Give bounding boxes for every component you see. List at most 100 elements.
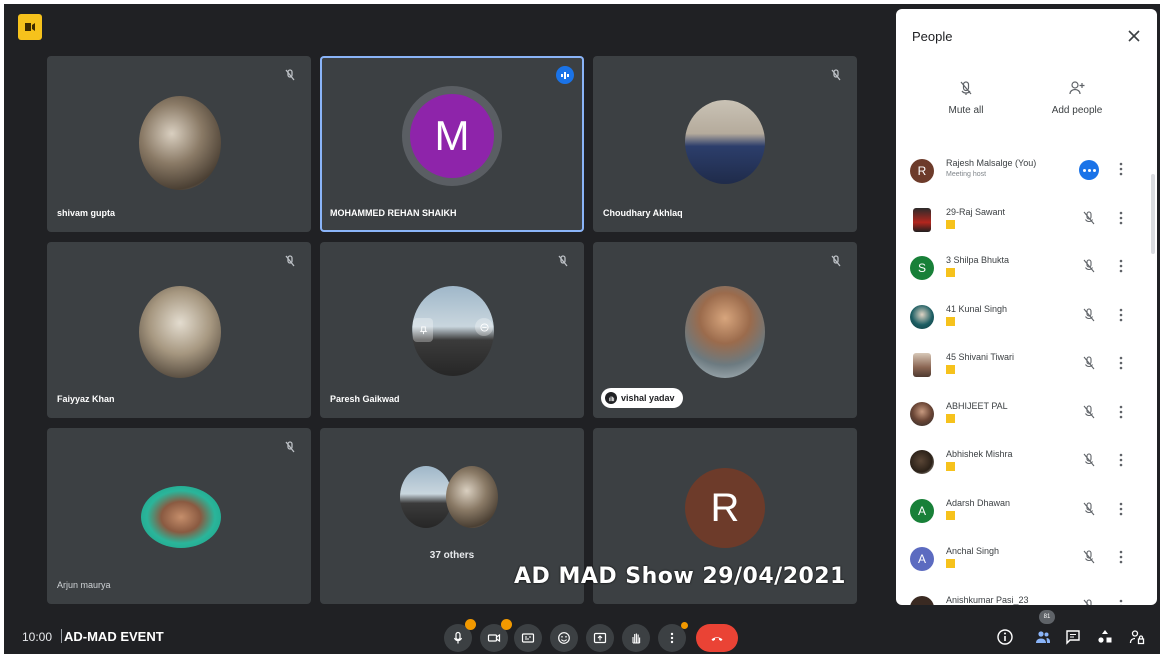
captions-button[interactable] <box>514 624 542 652</box>
remove-icon[interactable] <box>475 318 493 336</box>
participant-name: Paresh Gaikwad <box>330 394 400 404</box>
mic-off-icon[interactable] <box>1081 307 1097 323</box>
more-options-icon[interactable] <box>1118 549 1124 565</box>
participant-tile[interactable]: Paresh Gaikwad <box>320 242 584 418</box>
participant-tile[interactable]: Faiyyaz Khan <box>47 242 311 418</box>
list-item[interactable]: 29-Raj Sawant <box>896 198 1157 247</box>
list-item[interactable]: A Adarsh Dhawan <box>896 489 1157 538</box>
present-screen-icon <box>593 632 607 644</box>
emoji-button[interactable] <box>550 624 578 652</box>
mic-off-icon[interactable] <box>1081 501 1097 517</box>
warning-badge-icon <box>465 619 476 630</box>
more-options-icon[interactable] <box>1118 210 1124 226</box>
info-icon <box>997 629 1013 645</box>
meeting-time: 10:00 <box>22 630 53 644</box>
avatar: A <box>910 498 934 523</box>
participant-role: Meeting host <box>946 171 987 178</box>
meeting-details-button[interactable] <box>996 628 1014 646</box>
participant-list: R Rajesh Malsalge (You) Meeting host 29-… <box>896 149 1157 605</box>
mic-off-icon <box>829 68 843 82</box>
more-icon[interactable] <box>1079 160 1099 180</box>
list-item[interactable]: R Rajesh Malsalge (You) Meeting host <box>896 149 1157 198</box>
avatar-letter: R <box>710 485 740 530</box>
raise-hand-button[interactable] <box>622 624 650 652</box>
leave-call-button[interactable] <box>696 624 738 652</box>
camera-icon <box>487 633 501 643</box>
panel-title: People <box>912 29 953 44</box>
avatar-letter: A <box>917 552 926 566</box>
mic-off-icon[interactable] <box>1081 404 1097 420</box>
more-options-icon[interactable] <box>1118 404 1124 420</box>
more-options-icon[interactable] <box>1118 307 1124 323</box>
add-person-icon <box>1069 81 1085 95</box>
chat-button[interactable] <box>1064 628 1082 646</box>
others-count: 37 others <box>429 550 475 561</box>
list-item[interactable]: 41 Kunal Singh <box>896 295 1157 344</box>
avatar-letter: M <box>434 112 470 159</box>
mic-off-icon[interactable] <box>1081 210 1097 226</box>
hand-badge-icon <box>946 316 955 326</box>
present-button[interactable] <box>586 624 614 652</box>
more-options-icon[interactable] <box>1118 452 1124 468</box>
avatar <box>913 353 931 377</box>
mic-icon <box>453 631 463 644</box>
avatar <box>910 304 934 329</box>
activities-icon <box>1098 630 1112 643</box>
participant-name: Arjun maurya <box>57 580 111 590</box>
participant-tile[interactable]: shivam gupta <box>47 56 311 232</box>
add-people-button[interactable]: Add people <box>1037 79 1117 116</box>
participant-tile[interactable]: Arjun maurya <box>47 428 311 604</box>
hand-icon <box>632 633 641 644</box>
microphone-button[interactable] <box>444 619 476 652</box>
event-watermark: AD MAD Show 29/04/2021 <box>514 564 846 589</box>
hand-badge-icon <box>946 413 955 423</box>
participant-name: ABHIJEET PAL <box>946 400 1008 411</box>
participant-tile[interactable]: Choudhary Akhlaq <box>593 56 857 232</box>
more-options-icon[interactable] <box>1118 598 1124 606</box>
people-button[interactable] <box>1034 628 1052 646</box>
activities-button[interactable] <box>1096 628 1114 646</box>
mute-all-button[interactable]: Mute all <box>926 79 1006 116</box>
avatar-letter: R <box>917 164 927 178</box>
hand-raised-icon <box>605 392 617 404</box>
chat-icon <box>1066 630 1080 645</box>
participant-name: Faiyyaz Khan <box>57 394 115 404</box>
list-item[interactable]: A Anchal Singh <box>896 537 1157 586</box>
avatar: R <box>910 159 934 183</box>
participant-name: 45 Shivani Tiwari <box>946 352 1015 362</box>
more-options-icon[interactable] <box>1118 161 1124 177</box>
close-icon[interactable] <box>1125 27 1143 45</box>
more-options-icon[interactable] <box>1118 501 1124 517</box>
avatar <box>139 96 221 190</box>
participant-tile[interactable]: vishal yadav <box>593 242 857 418</box>
avatar <box>685 100 765 184</box>
mic-off-icon[interactable] <box>1081 355 1097 371</box>
avatar: R <box>685 468 765 548</box>
list-item[interactable]: Anishkumar Pasi_23 <box>896 586 1157 606</box>
mic-off-icon[interactable] <box>1081 598 1097 606</box>
more-options-icon[interactable] <box>1118 355 1124 371</box>
list-item[interactable]: 45 Shivani Tiwari <box>896 343 1157 392</box>
participant-name: 3 Shilpa Bhukta <box>946 255 1010 265</box>
camera-button[interactable] <box>480 619 512 652</box>
avatar <box>910 401 934 426</box>
avatar <box>913 207 931 232</box>
mic-off-icon[interactable] <box>1081 549 1097 565</box>
participant-name: 41 Kunal Singh <box>946 303 1008 314</box>
more-options-icon[interactable] <box>1118 258 1124 274</box>
pin-icon[interactable] <box>413 318 433 342</box>
avatar <box>400 466 452 528</box>
warning-badge-icon <box>681 622 688 629</box>
host-controls-button[interactable] <box>1128 628 1146 646</box>
list-item[interactable]: Abhishek Mishra <box>896 440 1157 489</box>
list-item[interactable]: S 3 Shilpa Bhukta <box>896 246 1157 295</box>
more-options-button[interactable] <box>658 622 688 652</box>
participant-tile-speaking[interactable]: M MOHAMMED REHAN SHAIKH <box>320 56 584 232</box>
participant-name: vishal yadav <box>621 393 675 403</box>
scrollbar[interactable] <box>1151 174 1155 254</box>
avatar <box>910 450 934 474</box>
list-item[interactable]: ABHIJEET PAL <box>896 392 1157 441</box>
mic-off-icon[interactable] <box>1081 258 1097 274</box>
mic-off-icon[interactable] <box>1081 452 1097 468</box>
hand-badge-icon <box>946 462 955 471</box>
